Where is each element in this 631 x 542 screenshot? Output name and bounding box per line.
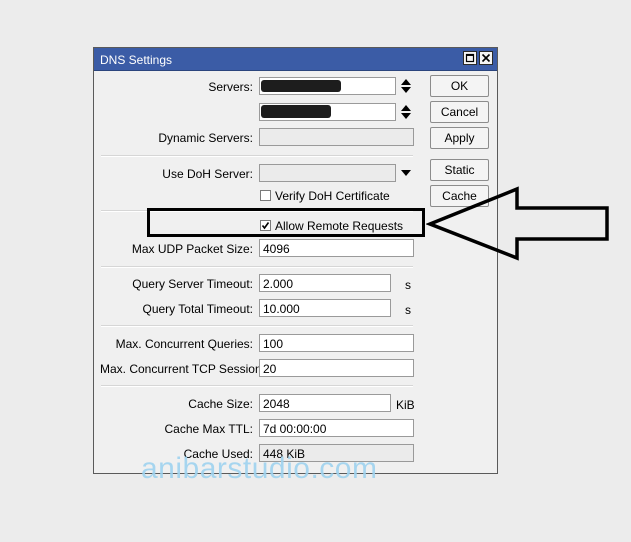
up-down-arrows-icon[interactable] xyxy=(400,104,412,120)
verify-doh-checkbox[interactable] xyxy=(260,190,271,201)
cache-max-ttl-input[interactable]: 7d 00:00:00 xyxy=(259,419,414,437)
annotation-arrow-icon xyxy=(426,186,609,261)
separator xyxy=(101,325,413,327)
title-bar[interactable]: DNS Settings xyxy=(94,48,497,71)
static-button[interactable]: Static xyxy=(430,159,489,181)
redaction-mark xyxy=(261,105,331,118)
close-button[interactable] xyxy=(479,51,493,65)
restore-button[interactable] xyxy=(463,51,477,65)
query-server-timeout-input[interactable]: 2.000 xyxy=(259,274,391,292)
dynamic-servers-label: Dynamic Servers: xyxy=(158,131,253,145)
query-total-timeout-input[interactable]: 10.000 xyxy=(259,299,391,317)
separator xyxy=(101,155,413,157)
restore-icon xyxy=(465,53,475,63)
redaction-mark xyxy=(261,80,341,92)
max-udp-packet-size-label: Max UDP Packet Size: xyxy=(131,242,253,256)
up-down-arrows-icon[interactable] xyxy=(400,78,412,94)
verify-doh-label: Verify DoH Certificate xyxy=(275,189,390,203)
max-concurrent-tcp-sessions-input[interactable]: 20 xyxy=(259,359,414,377)
separator xyxy=(101,385,413,387)
max-concurrent-tcp-sessions-label: Max. Concurrent TCP Sessions: xyxy=(100,362,271,376)
servers-label: Servers: xyxy=(208,80,253,94)
highlight-box xyxy=(147,208,425,237)
cancel-button[interactable]: Cancel xyxy=(430,101,489,123)
window-title: DNS Settings xyxy=(100,53,173,67)
kib-unit: KiB xyxy=(396,398,415,412)
ok-button[interactable]: OK xyxy=(430,75,489,97)
separator xyxy=(101,266,413,268)
max-concurrent-queries-label: Max. Concurrent Queries: xyxy=(115,337,253,351)
seconds-unit: s xyxy=(405,278,411,292)
apply-button[interactable]: Apply xyxy=(430,127,489,149)
query-server-timeout-label: Query Server Timeout: xyxy=(132,277,253,291)
cache-size-label: Cache Size: xyxy=(188,397,253,411)
dropdown-arrow-icon[interactable] xyxy=(400,169,412,177)
watermark-text: anibarstudio.com xyxy=(141,452,378,485)
cache-max-ttl-label: Cache Max TTL: xyxy=(164,422,253,436)
cache-size-input[interactable]: 2048 xyxy=(259,394,391,412)
close-icon xyxy=(481,53,491,63)
seconds-unit: s xyxy=(405,303,411,317)
use-doh-server-label: Use DoH Server: xyxy=(162,167,253,181)
use-doh-server-input[interactable] xyxy=(259,164,396,182)
query-total-timeout-label: Query Total Timeout: xyxy=(142,302,254,316)
dynamic-servers-field xyxy=(259,128,414,146)
max-concurrent-queries-input[interactable]: 100 xyxy=(259,334,414,352)
max-udp-packet-size-input[interactable]: 4096 xyxy=(259,239,414,257)
